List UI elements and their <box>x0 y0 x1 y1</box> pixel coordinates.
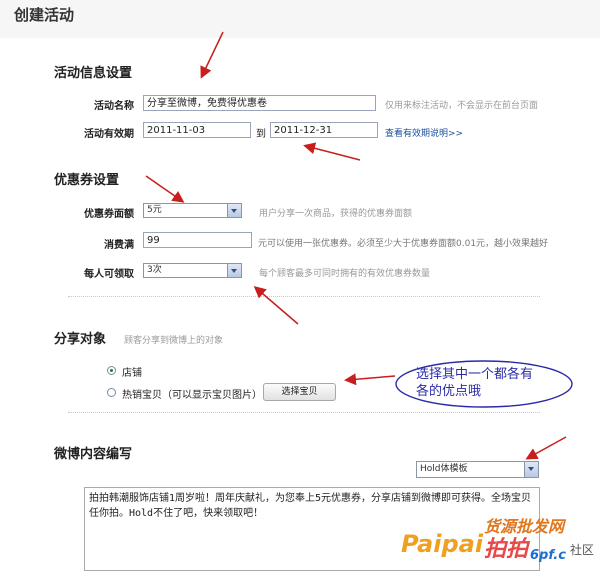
watermark-site: 6pf.c <box>530 548 566 563</box>
arrow-to-activity-title <box>200 31 224 79</box>
arrow-to-per-user <box>253 286 299 325</box>
arrow-to-denomination <box>145 175 185 203</box>
arrow-to-template <box>525 436 567 460</box>
arrow-to-date <box>303 142 361 161</box>
watermark-suffix: 社区 <box>570 543 595 557</box>
arrow-to-choose-button <box>344 373 396 386</box>
watermark-brand-cn: 拍拍 <box>484 537 529 562</box>
watermark-brand: Paipai <box>401 530 484 558</box>
annotation-arrows <box>145 31 567 460</box>
